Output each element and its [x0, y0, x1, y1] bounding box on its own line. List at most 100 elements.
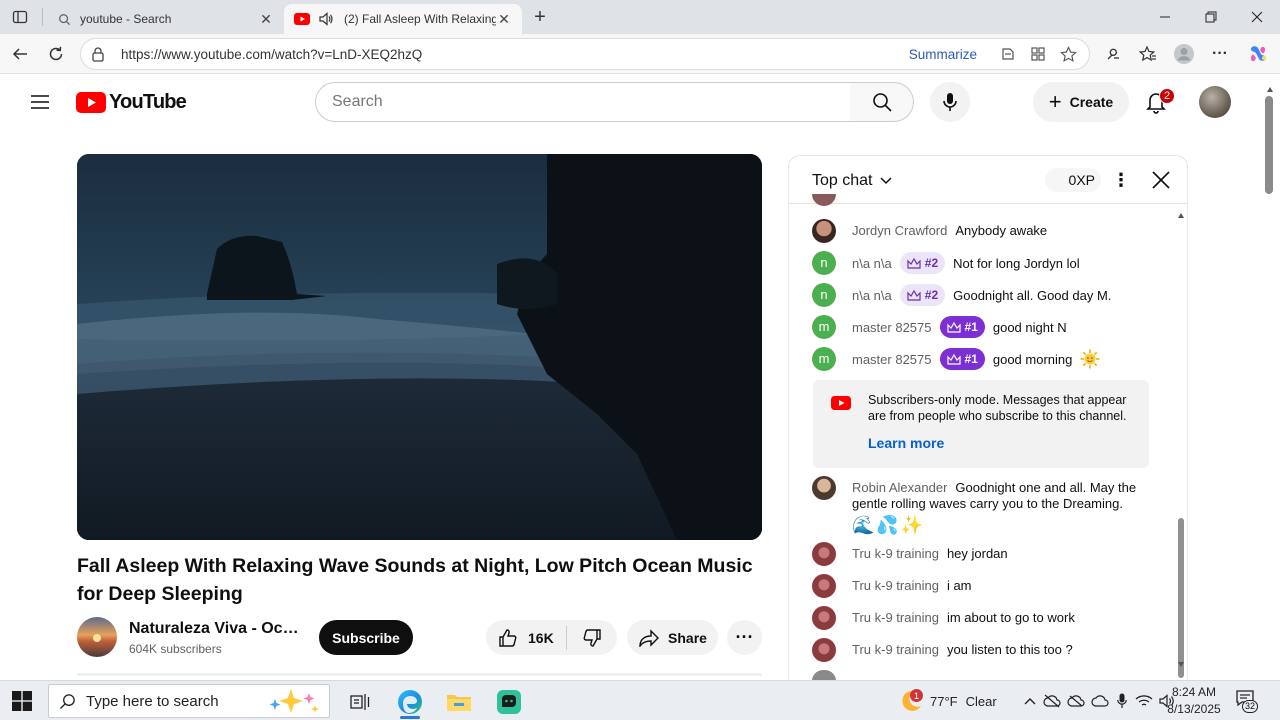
new-tab-button[interactable]: + [528, 5, 552, 29]
notification-center-icon[interactable]: 32 [1236, 690, 1259, 713]
profile-icon[interactable] [1170, 40, 1198, 68]
create-button[interactable]: + Create [1033, 82, 1129, 122]
onedrive-icon[interactable] [1064, 694, 1088, 708]
chat-message: Tru k-9 training im about to go to work [812, 606, 1142, 630]
chat-message: Jordyn Crawford Anybody awake [812, 219, 1142, 243]
channel-avatar[interactable] [77, 617, 117, 657]
page-scroll-thumb[interactable] [1265, 96, 1273, 194]
live-chat-panel: Top chat 0XP ⋮ Jordyn Crawford Anybody aw… [788, 155, 1188, 680]
restore-icon[interactable] [1188, 0, 1234, 34]
xp-counter[interactable]: 0XP [1045, 168, 1101, 192]
taskbar-search-box[interactable]: Type here to search [48, 684, 330, 718]
close-chat-icon[interactable] [1147, 166, 1175, 194]
weather-widget[interactable]: 1 77°F Clear [898, 681, 997, 720]
task-view-icon[interactable] [342, 685, 378, 719]
chat-scroll-thumb[interactable] [1178, 518, 1184, 678]
youtube-logo[interactable]: YouTube [76, 91, 187, 114]
crown-icon [907, 289, 921, 301]
summarize-button[interactable]: Summarize [909, 47, 977, 62]
chat-author[interactable]: n\a n\a [852, 256, 892, 271]
dislike-button[interactable] [567, 620, 617, 655]
chat-more-icon[interactable]: ⋮ [1111, 168, 1131, 192]
clock-date: 8/13/2025 [1167, 702, 1221, 716]
close-tab-icon[interactable]: ✕ [496, 11, 512, 27]
close-tab-icon[interactable]: ✕ [258, 11, 274, 27]
wifi-icon[interactable] [1132, 694, 1156, 708]
chat-author[interactable]: Tru k-9 training [852, 610, 939, 625]
cut-off-avatar [812, 670, 836, 680]
thumbs-up-icon [499, 628, 517, 647]
read-aloud-icon[interactable] [997, 43, 1019, 65]
chat-author[interactable]: Robin Alexander [852, 480, 947, 495]
file-explorer-icon[interactable] [441, 685, 477, 719]
apps-icon[interactable] [1027, 43, 1049, 65]
chat-author[interactable]: Tru k-9 training [852, 642, 939, 657]
chevron-up-icon[interactable] [1020, 697, 1040, 705]
tab-youtube-video[interactable]: (2) Fall Asleep With Relaxing ✕ [284, 4, 522, 34]
crown-icon [946, 321, 961, 333]
chat-text: Anybody awake [955, 223, 1048, 238]
rank-badge: #2 [899, 284, 946, 306]
chat-author[interactable]: n\a n\a [852, 288, 892, 303]
subscribe-button[interactable]: Subscribe [319, 620, 413, 655]
back-button[interactable] [6, 40, 34, 68]
cloud-icon[interactable] [1088, 695, 1112, 707]
cut-off-avatar [812, 194, 836, 206]
learn-more-link[interactable]: Learn more [868, 435, 944, 451]
crown-icon [946, 353, 961, 365]
windows-taskbar: Type here to search 1 77°F Clear 8:24 AM [0, 680, 1280, 720]
edge-browser-icon[interactable] [392, 685, 428, 719]
video-player[interactable] [77, 154, 762, 540]
system-tray [1020, 681, 1180, 720]
minimize-icon[interactable] [1142, 0, 1188, 34]
refresh-button[interactable] [42, 40, 70, 68]
voice-search-button[interactable] [930, 82, 970, 122]
taskbar-clock[interactable]: 8:24 AM 8/13/2025 [1160, 684, 1228, 718]
chat-author[interactable]: Jordyn Crawford [852, 223, 947, 238]
microphone-icon[interactable] [1112, 693, 1132, 709]
chat-avatar [812, 542, 836, 566]
chat-author[interactable]: master 82575 [852, 320, 932, 335]
messaging-app-icon[interactable] [491, 685, 527, 719]
tab-actions-icon[interactable] [8, 6, 32, 28]
channel-name[interactable]: Naturaleza Viva - Oce... [129, 620, 304, 638]
site-info-icon[interactable] [91, 46, 109, 62]
like-dislike-group: 16K [486, 620, 617, 655]
speaker-icon[interactable] [318, 11, 334, 27]
settings-more-icon[interactable]: ··· [1206, 40, 1234, 68]
top-chat-dropdown[interactable]: Top chat [812, 172, 893, 190]
extensions-icon[interactable] [1099, 40, 1127, 68]
youtube-icon [831, 396, 851, 410]
account-avatar[interactable] [1199, 86, 1231, 118]
notifications-count-badge: 2 [1159, 88, 1175, 104]
scroll-down-arrow-icon[interactable] [1177, 660, 1185, 668]
search-box[interactable] [315, 82, 851, 122]
chat-avatar [812, 638, 836, 662]
favorites-icon[interactable] [1134, 40, 1162, 68]
tab-youtube-search[interactable]: youtube - Search ✕ [46, 4, 284, 34]
search-icon [56, 11, 72, 27]
windows-start-icon[interactable] [12, 691, 34, 713]
browser-navbar: https://www.youtube.com/watch?v=LnD-XEQ2… [0, 34, 1280, 74]
url-text[interactable]: https://www.youtube.com/watch?v=LnD-XEQ2… [121, 47, 909, 62]
subscribers-only-notice: Subscribers-only mode. Messages that app… [813, 380, 1149, 468]
browser-tab-strip: youtube - Search ✕ (2) Fall Asleep With … [0, 0, 1280, 34]
more-actions-button[interactable]: ··· [727, 620, 762, 655]
like-button[interactable]: 16K [486, 620, 566, 655]
weather-temp: 77°F [930, 693, 958, 709]
share-button[interactable]: Share [627, 620, 718, 655]
chat-author[interactable]: Tru k-9 training [852, 578, 939, 593]
cloud-sync-icon[interactable] [1040, 694, 1064, 708]
search-button[interactable] [850, 82, 914, 122]
emoji-line: 🌊💦✨ [852, 515, 926, 535]
copilot-icon[interactable] [1244, 40, 1272, 68]
chat-author[interactable]: Tru k-9 training [852, 546, 939, 561]
favorite-star-icon[interactable] [1057, 43, 1079, 65]
close-window-icon[interactable] [1234, 0, 1280, 34]
menu-icon[interactable] [28, 90, 52, 114]
chat-author[interactable]: master 82575 [852, 352, 932, 367]
chat-message: m master 82575 #1 good night N [812, 315, 1142, 339]
address-bar[interactable]: https://www.youtube.com/watch?v=LnD-XEQ2… [80, 38, 1090, 70]
chat-text: you listen to this too ? [946, 642, 1073, 657]
search-input[interactable] [332, 93, 850, 111]
